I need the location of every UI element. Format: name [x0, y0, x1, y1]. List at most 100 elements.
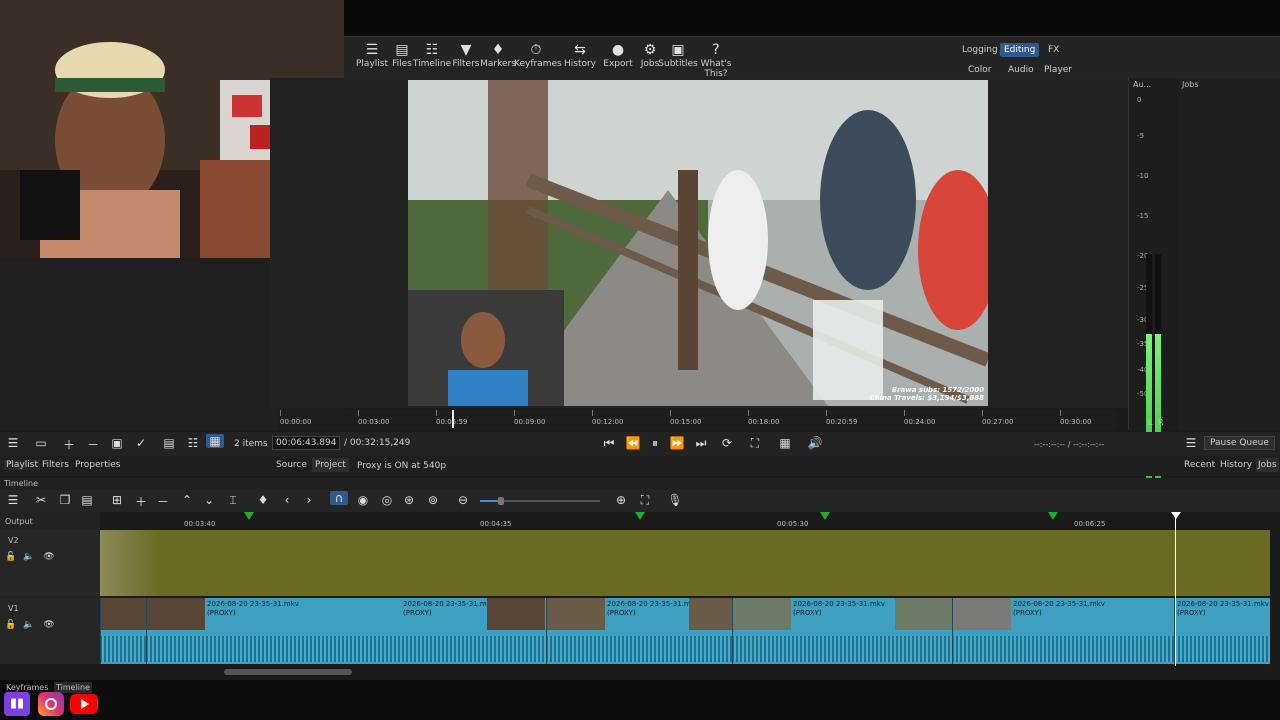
- scrubber-bar[interactable]: 00:00:0000:03:0000:05:5900:09:0000:12:00…: [278, 410, 1116, 430]
- scrubber-tick-label: 00:12:00: [592, 418, 624, 426]
- append-icon[interactable]: ⊞: [108, 493, 126, 507]
- timeline-clip[interactable]: 2026-08-20 23-35-31.mkv (PROXY): [952, 598, 1174, 664]
- track-v2[interactable]: [100, 530, 1270, 596]
- timeline-clip[interactable]: 2026-08-20 23-35-31.mkv (PROXY): [546, 598, 733, 664]
- audio-waveform: [147, 636, 546, 662]
- track-name-v2: V2: [8, 536, 19, 545]
- list-view-icon[interactable]: ☷: [184, 436, 202, 450]
- ripple-markers-icon[interactable]: ⊚: [424, 493, 442, 507]
- visibility-icon[interactable]: 👁: [40, 552, 58, 562]
- toolbar-button-keyframes[interactable]: ⏱ Keyframes: [514, 41, 562, 69]
- workspace-fx[interactable]: FX: [1044, 43, 1063, 57]
- snap-icon[interactable]: ∩: [330, 491, 348, 505]
- timeline-scrollbar[interactable]: [100, 666, 1270, 678]
- tab-jobs[interactable]: Jobs: [1256, 458, 1279, 472]
- open-icon[interactable]: ▭: [32, 436, 50, 450]
- timeline-clip[interactable]: [100, 598, 147, 664]
- ripple-all-icon[interactable]: ⊛: [400, 493, 418, 507]
- playhead-marker[interactable]: [452, 410, 454, 428]
- zoom-slider[interactable]: [480, 497, 600, 505]
- rewind-icon[interactable]: ⏪: [624, 436, 642, 450]
- zoom-out-icon[interactable]: ⊖: [454, 493, 472, 507]
- ripple-icon[interactable]: ◎: [378, 493, 396, 507]
- paste-icon[interactable]: ▤: [78, 493, 96, 507]
- loop-icon[interactable]: ⟳: [718, 436, 736, 450]
- workspace-logging[interactable]: Logging: [958, 43, 1002, 57]
- timeline-marker[interactable]: [244, 512, 254, 520]
- fast-forward-icon[interactable]: ⏩: [668, 436, 686, 450]
- tab-keyframes[interactable]: Keyframes: [6, 683, 48, 692]
- workspace-editing[interactable]: Editing: [1000, 43, 1040, 57]
- scrubber-tick-mark: [670, 410, 671, 416]
- update-icon[interactable]: ▣: [108, 436, 126, 450]
- twitch-icon: ▮▮: [4, 692, 30, 716]
- video-frame[interactable]: Brawa subs: 1572/2000 China Travels: $3,…: [408, 80, 988, 406]
- timeline-clip[interactable]: 2026-08-20 23-35-31.mkv (PROXY) 2026-08-2…: [146, 598, 546, 664]
- volume-icon[interactable]: 🔊: [806, 436, 824, 450]
- zoom-fit-timeline-icon[interactable]: ⛶: [636, 493, 654, 508]
- timeline-playhead[interactable]: [1175, 512, 1176, 666]
- overwrite-icon[interactable]: ⌄: [200, 493, 218, 507]
- pause-queue-button[interactable]: Pause Queue: [1204, 436, 1275, 450]
- tab-project[interactable]: Project: [312, 458, 349, 472]
- insert-icon[interactable]: ＋: [132, 493, 150, 510]
- lift-icon[interactable]: ⌃: [178, 493, 196, 507]
- zoom-in-icon[interactable]: ⊕: [612, 493, 630, 507]
- grid-view-icon[interactable]: ▦: [206, 434, 224, 448]
- toolbar-button-what-s-this[interactable]: ? What's This?: [694, 41, 738, 79]
- timecode-position[interactable]: 00:06:43.894: [272, 436, 341, 450]
- record-audio-icon[interactable]: 🎙: [666, 493, 684, 507]
- track-v1[interactable]: 2026-08-20 23-35-31.mkv (PROXY) 2026-08-2…: [100, 598, 1270, 664]
- timeline-clip[interactable]: 2026-08-20 23-35-31.mkv (PROXY): [1174, 598, 1270, 664]
- mute-icon[interactable]: 🔈: [20, 620, 38, 630]
- clip-name: 2026-08-20 23-35-31.mkv: [793, 600, 885, 608]
- zoom-slider-handle[interactable]: [498, 497, 504, 505]
- toolbar-button-label: Keyframes: [514, 59, 562, 69]
- timeline-clip[interactable]: 2026-08-20 23-35-31.mkv (PROXY): [732, 598, 953, 664]
- timeline-marker[interactable]: [1048, 512, 1058, 520]
- add-icon[interactable]: ＋: [60, 436, 78, 453]
- timeline-playhead-handle[interactable]: [1171, 512, 1181, 519]
- tab-properties[interactable]: Properties: [75, 460, 120, 470]
- copy-icon[interactable]: ❐: [56, 493, 74, 507]
- jobs-menu-icon[interactable]: ☰: [1182, 436, 1200, 450]
- scrub-icon[interactable]: ◉: [354, 493, 372, 507]
- tab-source[interactable]: Source: [276, 460, 307, 470]
- check-icon[interactable]: ✓: [132, 436, 150, 450]
- grid-icon[interactable]: ▦: [776, 436, 794, 450]
- ripple-delete-icon[interactable]: －: [154, 493, 172, 510]
- zoom-fit-icon[interactable]: ⛶: [746, 436, 764, 451]
- next-marker-icon[interactable]: ›: [300, 493, 318, 507]
- skip-next-icon[interactable]: ⏭: [692, 436, 710, 451]
- workspace-color[interactable]: Color: [964, 63, 996, 77]
- tab-history[interactable]: History: [1220, 460, 1252, 470]
- timeline-marker[interactable]: [635, 512, 645, 520]
- scrubber-tick-label: 00:03:00: [358, 418, 390, 426]
- lock-icon[interactable]: 🔓: [2, 552, 20, 562]
- tab-playlist[interactable]: Playlist: [4, 460, 40, 470]
- detail-view-icon[interactable]: ▤: [160, 436, 178, 450]
- split-icon[interactable]: ⌶: [224, 493, 242, 508]
- previous-marker-icon[interactable]: ‹: [278, 493, 296, 507]
- menu-icon[interactable]: ☰: [4, 436, 22, 450]
- cut-icon[interactable]: ✂: [32, 493, 50, 507]
- scrubber-tick-label: 00:00:00: [280, 418, 312, 426]
- workspace-audio[interactable]: Audio: [1004, 63, 1038, 77]
- mute-icon[interactable]: 🔈: [20, 552, 38, 562]
- timeline-ruler[interactable]: 00:03:40 00:04:35 00:05:30 00:06:25: [100, 512, 1270, 530]
- workspace-player[interactable]: Player: [1040, 63, 1076, 77]
- lock-icon[interactable]: 🔓: [2, 620, 20, 630]
- tab-filters[interactable]: Filters: [42, 460, 69, 470]
- scrollbar-thumb[interactable]: [224, 669, 352, 675]
- tab-recent[interactable]: Recent: [1184, 460, 1215, 470]
- meter-scale-label: -5: [1137, 132, 1144, 140]
- video-image: [408, 80, 988, 406]
- clip-thumbnail: [547, 598, 605, 630]
- add-marker-icon[interactable]: ♦: [254, 493, 272, 507]
- skip-previous-icon[interactable]: ⏮: [600, 436, 618, 451]
- visibility-icon[interactable]: 👁: [40, 620, 58, 630]
- remove-icon[interactable]: －: [84, 436, 102, 453]
- timeline-menu-icon[interactable]: ☰: [4, 493, 22, 507]
- pause-icon[interactable]: ⏸: [646, 436, 664, 451]
- timeline-marker[interactable]: [820, 512, 830, 520]
